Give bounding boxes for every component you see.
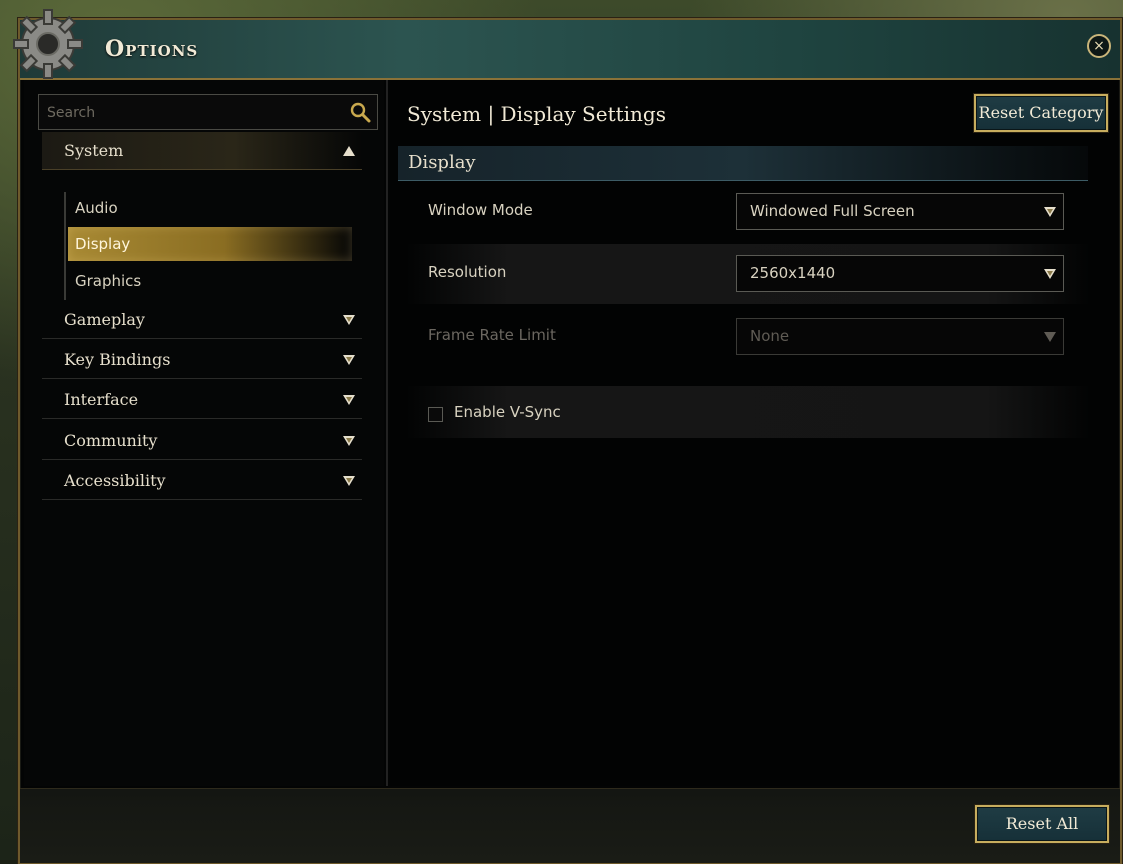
window-title: Options [105,36,199,62]
chevron-down-icon [343,355,355,365]
sidebar-item-label: Key Bindings [64,350,171,369]
setting-label: Window Mode [428,201,533,219]
page-title: System | Display Settings [407,102,666,126]
setting-row-frame-rate-limit: Frame Rate Limit None [406,307,1090,367]
chevron-up-icon [343,146,355,156]
sidebar-item-key-bindings[interactable]: Key Bindings [42,341,362,379]
settings-panel: System | Display Settings Reset Category… [390,80,1118,786]
gear-icon [13,9,83,79]
vsync-label[interactable]: Enable V-Sync [454,403,561,421]
sidebar-item-label: Accessibility [64,471,166,490]
setting-row-vsync: Enable V-Sync [406,386,1090,438]
search-input[interactable] [45,101,339,125]
sidebar-item-label: Display [75,235,131,253]
sidebar-item-community[interactable]: Community [42,422,362,460]
dropdown-value: Windowed Full Screen [750,202,915,220]
setting-row-window-mode: Window Mode Windowed Full Screen [406,182,1090,242]
search-box[interactable] [38,94,378,130]
chevron-down-icon [1044,332,1056,342]
reset-category-button[interactable]: Reset Category [974,94,1108,132]
sidebar-item-interface[interactable]: Interface [42,381,362,419]
sidebar-item-label: Interface [64,390,139,409]
frame-rate-limit-dropdown: None [736,318,1064,355]
section-header-display: Display [398,146,1088,181]
setting-label: Resolution [428,263,507,281]
dropdown-value: None [750,327,790,345]
sidebar-item-gameplay[interactable]: Gameplay [42,301,362,339]
sidebar-item-label: Community [64,431,158,450]
chevron-down-icon [1044,269,1056,279]
sidebar-subitem-audio[interactable]: Audio [68,191,352,225]
close-button[interactable]: × [1087,34,1111,58]
setting-label: Frame Rate Limit [428,326,556,344]
setting-row-resolution: Resolution 2560x1440 [406,244,1090,304]
sidebar-item-label: Graphics [75,272,142,290]
subitem-connector [64,192,66,300]
panel-divider [386,80,388,786]
chevron-down-icon [343,315,355,325]
window-mode-dropdown[interactable]: Windowed Full Screen [736,193,1064,230]
sidebar-item-label: System [64,141,124,160]
sidebar: System Audio Display Graphics Gameplay K… [24,80,384,786]
sidebar-item-system[interactable]: System [42,132,362,170]
options-window: Options × System Audio Display Graphics … [13,9,1122,864]
dropdown-value: 2560x1440 [750,264,836,282]
vsync-checkbox[interactable] [428,407,443,422]
sidebar-item-label: Gameplay [64,310,145,329]
chevron-down-icon [343,436,355,446]
sidebar-item-label: Audio [75,199,118,217]
close-icon: × [1093,38,1105,54]
sidebar-subitem-graphics[interactable]: Graphics [68,264,352,298]
search-icon[interactable] [349,101,371,123]
chevron-down-icon [343,476,355,486]
sidebar-item-accessibility[interactable]: Accessibility [42,462,362,500]
title-bar: Options × [13,9,1120,80]
chevron-down-icon [1044,207,1056,217]
footer-bar: Reset All [20,788,1120,863]
resolution-dropdown[interactable]: 2560x1440 [736,255,1064,292]
reset-all-button[interactable]: Reset All [975,805,1109,843]
chevron-down-icon [343,395,355,405]
sidebar-subitem-display[interactable]: Display [68,227,352,261]
section-title: Display [408,152,476,173]
